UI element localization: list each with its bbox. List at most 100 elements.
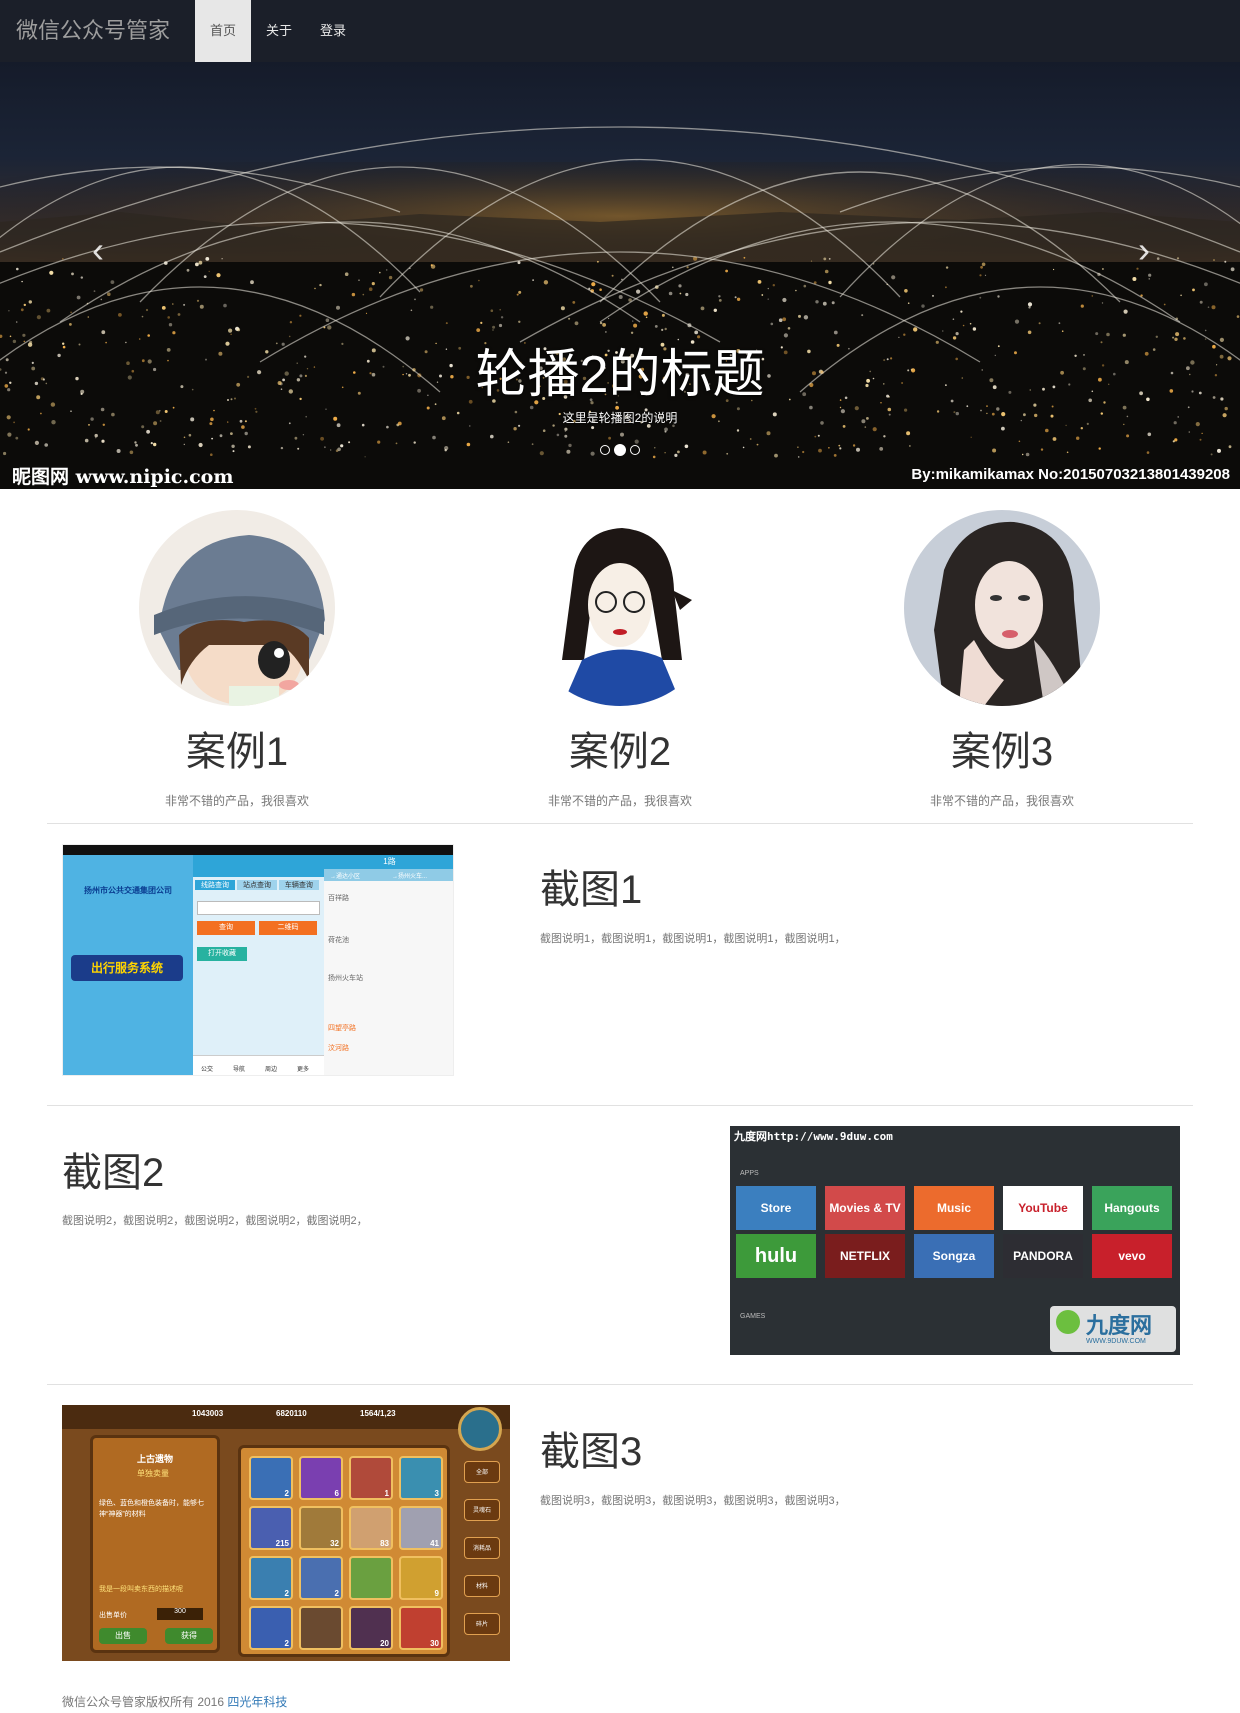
- screenshot-3-get-button: 获得: [165, 1628, 213, 1644]
- screenshot-2-games-label: GAMES: [740, 1313, 766, 1320]
- nav-about[interactable]: 关于: [251, 0, 307, 62]
- screenshot-3-item-slot: 30: [399, 1606, 443, 1650]
- screenshot-2-tile: NETFLIX: [825, 1234, 905, 1278]
- screenshot-3-item-slot: 9: [399, 1556, 443, 1600]
- screenshot-3-item-slot: 1: [349, 1456, 393, 1500]
- screenshot-3-price-label: 出售单价: [99, 1612, 127, 1619]
- nav-home[interactable]: 首页: [195, 0, 251, 62]
- case-column-1: 案例1 非常不错的产品，我很喜欢: [67, 510, 407, 809]
- screenshot-3-item-slot: 83: [349, 1506, 393, 1550]
- screenshot-3-item-count: 30: [430, 1639, 439, 1648]
- screenshot-1-btn-query: 查询: [197, 921, 255, 935]
- divider: [47, 1105, 1193, 1106]
- screenshot-3-item-slot: 3: [399, 1456, 443, 1500]
- screenshot-3-item-slot: 32: [299, 1506, 343, 1550]
- screenshot-1-btn-qr: 二维码: [259, 921, 317, 935]
- screenshot-1-stop-2: 荷花池: [328, 937, 349, 944]
- screenshot-2-tile: vevo: [1092, 1234, 1172, 1278]
- screenshot-3-compass-icon: [458, 1407, 502, 1451]
- case-text-2: 非常不错的产品，我很喜欢: [547, 794, 692, 808]
- screenshot-1-badge: 出行服务系统: [71, 955, 183, 981]
- screenshot-3-item-slot: 2: [249, 1606, 293, 1650]
- screenshot-3-item-count: 2: [284, 1639, 289, 1648]
- feature-title-1: 截图1: [540, 868, 643, 912]
- divider: [47, 823, 1193, 824]
- footer: 微信公众号管家版权所有 2016 四光年科技: [62, 1693, 287, 1710]
- carousel-indicator-2[interactable]: [614, 443, 626, 456]
- carousel-indicators: [598, 441, 642, 456]
- case-title-2: 案例2: [568, 730, 672, 774]
- screenshot-2-tile: Music: [914, 1186, 994, 1230]
- screenshot-1-image: 扬州市公共交通集团公司 出行服务系统 线路查询 站点查询 车辆查询 查询 二维码…: [62, 844, 454, 1076]
- screenshot-2-logo-sub: WWW.9DUW.COM: [1086, 1338, 1146, 1345]
- screenshot-3-sell-button: 出售: [99, 1628, 147, 1644]
- screenshot-1-route: 1路: [324, 855, 453, 869]
- screenshot-1-stop-4: 四望亭路: [328, 1025, 356, 1032]
- screenshot-3-item-count: 20: [380, 1639, 389, 1648]
- screenshot-3-item-count: 2: [334, 1589, 339, 1598]
- screenshot-3-item-slot: 215: [249, 1506, 293, 1550]
- screenshot-3-item-count: 2: [284, 1589, 289, 1598]
- screenshot-1-dir-2: →扬州火车...: [392, 874, 428, 880]
- screenshot-3-stat-3: 1564/1,23: [360, 1409, 396, 1418]
- carousel-indicator-1[interactable]: [600, 444, 610, 455]
- case-title-1: 案例1: [185, 730, 289, 774]
- screenshot-3-panel-sub: 单独卖量: [137, 1469, 169, 1478]
- case-avatar-2: [522, 510, 718, 706]
- screenshot-3-item-count: 215: [275, 1539, 289, 1548]
- feature-title-3: 截图3: [540, 1430, 643, 1474]
- screenshot-2-tile: Movies & TV: [825, 1186, 905, 1230]
- carousel-indicator-3[interactable]: [630, 444, 640, 455]
- screenshot-1-nav-more: 更多: [297, 1067, 310, 1073]
- screenshot-3-item-count: 32: [330, 1539, 339, 1548]
- divider: [47, 1384, 1193, 1385]
- case-title-3: 案例3: [950, 730, 1054, 774]
- screenshot-2-header: 九度网http://www.9duw.com: [734, 1130, 893, 1143]
- screenshot-3-price: 300: [157, 1608, 203, 1620]
- screenshot-3-side-tab: 材料: [464, 1575, 500, 1597]
- carousel-prev-icon[interactable]: ‹: [78, 230, 118, 270]
- screenshot-1-nav-guide: 导航: [233, 1067, 246, 1073]
- screenshot-3-item-slot: 41: [399, 1506, 443, 1550]
- screenshot-3-item-slot: 2: [249, 1556, 293, 1600]
- carousel-next-icon[interactable]: ›: [1124, 230, 1164, 270]
- screenshot-3-item-slot: 6: [299, 1456, 343, 1500]
- top-navbar: 微信公众号管家 首页 关于 登录: [0, 0, 1240, 62]
- screenshot-1-stop-3: 扬州火车站: [328, 975, 363, 982]
- screenshot-2-tile: YouTube: [1003, 1186, 1083, 1230]
- screenshot-2-apps-label: APPS: [740, 1170, 759, 1177]
- screenshot-2-tile: Hangouts: [1092, 1186, 1172, 1230]
- nav-login[interactable]: 登录: [307, 0, 359, 62]
- screenshot-3-side-tab: 全部: [464, 1461, 500, 1483]
- screenshot-3-item-count: 83: [380, 1539, 389, 1548]
- watermark-right: By:mikamikamax No:20150703213801439208: [911, 466, 1230, 483]
- feature-text-3: 截图说明3，截图说明3，截图说明3，截图说明3，截图说明3，: [540, 1495, 846, 1507]
- footer-company-link[interactable]: 四光年科技: [227, 1695, 287, 1709]
- screenshot-2-tile: hulu: [736, 1234, 816, 1278]
- screenshot-3-item-count: 9: [434, 1589, 439, 1598]
- feature-text-1: 截图说明1，截图说明1，截图说明1，截图说明1，截图说明1，: [540, 933, 846, 945]
- screenshot-3-panel-hint: 我是一段叫卖东西的描述呢: [99, 1586, 183, 1593]
- screenshot-2-logo: 九度网: [1086, 1313, 1153, 1338]
- screenshot-3-stat-1: 1043003: [192, 1409, 224, 1418]
- screenshot-1-tab-3: 车辆查询: [278, 880, 319, 890]
- feature-text-2: 截图说明2，截图说明2，截图说明2，截图说明2，截图说明2，: [62, 1215, 368, 1227]
- screenshot-3-item-slot: [349, 1556, 393, 1600]
- screenshot-1-stop-1: 百祥路: [328, 895, 349, 902]
- screenshot-3-item-slot: 2: [299, 1556, 343, 1600]
- screenshot-1-company: 扬州市公共交通集团公司: [84, 886, 172, 895]
- screenshot-3-item-slot: [299, 1606, 343, 1650]
- screenshot-1-tab-2: 站点查询: [236, 880, 277, 890]
- screenshot-3-panel-title: 上古遗物: [137, 1454, 174, 1464]
- screenshot-2-image: 九度网http://www.9duw.com APPS Store Movies …: [730, 1126, 1180, 1355]
- screenshot-3-item-count: 41: [430, 1539, 439, 1548]
- hero-carousel[interactable]: ‹ › 轮播2的标题 这里是轮播图2的说明 昵图网 www.nipic.com …: [0, 62, 1240, 489]
- case-text-1: 非常不错的产品，我很喜欢: [164, 794, 309, 808]
- screenshot-3-item-count: 3: [434, 1489, 439, 1498]
- case-column-3: 案例3 非常不错的产品，我很喜欢: [832, 510, 1172, 809]
- carousel-caption-title: 轮播2的标题: [475, 346, 765, 404]
- screenshot-3-item-count: 2: [284, 1489, 289, 1498]
- screenshot-3-item-count: 6: [334, 1489, 339, 1498]
- brand-title[interactable]: 微信公众号管家: [16, 0, 170, 62]
- screenshot-3-item-slot: 2: [249, 1456, 293, 1500]
